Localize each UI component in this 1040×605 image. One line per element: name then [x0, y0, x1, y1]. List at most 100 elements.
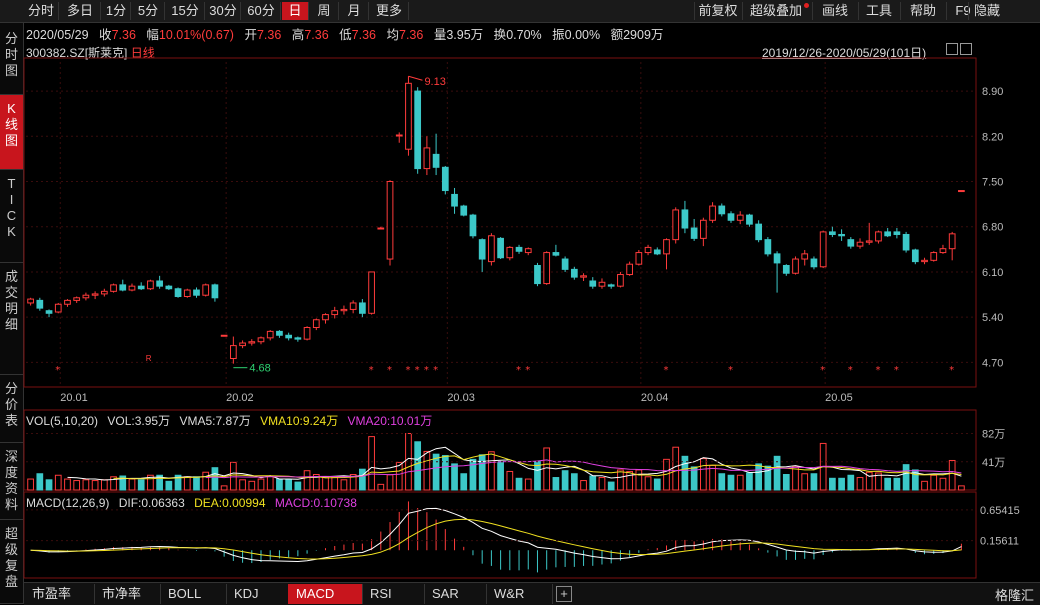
candle-body — [930, 252, 938, 261]
price-tick-label: 8.90 — [982, 86, 1003, 98]
candle-body — [377, 227, 385, 230]
date-tick-label: 20.04 — [641, 392, 669, 404]
volume-bar — [506, 470, 514, 491]
candle-body — [755, 223, 763, 241]
candle-body — [54, 303, 62, 313]
candle-body — [773, 253, 781, 264]
candle-body — [432, 153, 440, 168]
macd-line — [30, 507, 962, 563]
indicator-tab--0[interactable]: 市盈率 — [24, 584, 95, 604]
macd-tick-label: 0.65415 — [980, 505, 1020, 517]
volume-bar — [91, 480, 99, 491]
volume-bar — [45, 479, 53, 491]
date-tick-label: 20.02 — [226, 392, 254, 404]
candle-body — [607, 284, 615, 287]
volume-bar — [54, 474, 62, 491]
volume-bar — [211, 467, 219, 491]
volume-bar — [653, 478, 661, 491]
add-tab-icon[interactable]: + — [556, 586, 572, 602]
candle-body — [156, 280, 163, 287]
candle-body — [948, 233, 956, 250]
candle-body — [497, 237, 504, 259]
volume-bar — [515, 477, 523, 491]
candle-body — [958, 190, 965, 193]
indicator-tab-macd-4[interactable]: MACD — [288, 584, 363, 604]
candle-body — [488, 235, 495, 263]
volume-bar — [884, 477, 892, 491]
candle-body — [460, 205, 468, 216]
event-star-marker: * — [525, 365, 530, 376]
volume-bar — [829, 477, 836, 491]
indicator-tab--1[interactable]: 市净率 — [94, 584, 161, 604]
indicator-tab-kdj-3[interactable]: KDJ — [226, 584, 289, 604]
candle-body — [911, 249, 919, 263]
event-star-marker: * — [848, 365, 853, 376]
candle-body — [405, 82, 412, 150]
volume-bar — [552, 477, 560, 491]
volume-bar — [368, 436, 375, 491]
high-price-label: 9.13 — [424, 76, 445, 88]
price-tick-label: 6.80 — [982, 222, 1003, 234]
volume-bar — [460, 473, 468, 491]
candle-body — [331, 310, 339, 316]
volume-bar — [266, 475, 274, 491]
candle-body — [469, 214, 477, 237]
volume-bar — [709, 464, 716, 491]
candle-body — [884, 231, 892, 237]
candle-body — [312, 319, 320, 329]
volume-bar — [183, 476, 191, 491]
volume-bar — [598, 477, 606, 491]
indicator-tab-wr-7[interactable]: W&R — [486, 584, 553, 604]
candle-body — [635, 252, 643, 265]
candle-body — [801, 253, 809, 260]
volume-bar — [276, 478, 283, 491]
date-tick-label: 20.05 — [825, 392, 853, 404]
indicator-tab-sar-6[interactable]: SAR — [424, 584, 487, 604]
volume-bar — [36, 473, 44, 491]
macd-indicator-name: MACD(12,26,9) — [26, 496, 110, 510]
candle-body — [644, 246, 652, 254]
volume-bar — [893, 477, 901, 491]
volume-bar — [755, 463, 763, 491]
candle-body — [921, 259, 928, 263]
candle-body — [27, 298, 34, 304]
volume-bar — [441, 455, 449, 491]
volume-bar — [73, 480, 81, 491]
event-star-marker: * — [894, 365, 899, 376]
candle-body — [183, 289, 191, 297]
volume-bar — [727, 474, 735, 491]
volume-tick-label: 41万 — [982, 457, 1005, 469]
candle-body — [653, 249, 661, 255]
indicator-tab-boll-2[interactable]: BOLL — [160, 584, 227, 604]
volume-bar — [451, 463, 458, 491]
event-star-marker: * — [55, 365, 60, 376]
candle-body — [36, 299, 44, 309]
candle-body — [64, 299, 71, 305]
candle-body — [257, 337, 265, 343]
macd-value: MACD:0.10738 — [274, 496, 357, 510]
volume-bar — [239, 479, 246, 491]
date-tick-label: 20.03 — [447, 392, 475, 404]
volume-bar — [644, 476, 652, 491]
volume-bar — [229, 461, 237, 491]
candle-body — [534, 264, 541, 285]
volume-bar — [340, 479, 348, 491]
low-price-label: 4.68 — [249, 363, 270, 375]
volume-bar — [838, 477, 845, 491]
candle-body — [110, 284, 117, 292]
candle-body — [709, 205, 716, 221]
volume-tick-label: 82万 — [982, 429, 1005, 441]
candle-body — [100, 290, 108, 295]
event-star-marker: * — [820, 365, 825, 376]
volume-legend: VOL(5,10,20) VOL:3.95万 VMA5:7.87万 VMA10:… — [26, 412, 432, 429]
volume-bar — [718, 473, 726, 491]
candle-body — [147, 280, 154, 290]
dea-value: DEA:0.00994 — [194, 496, 266, 510]
indicator-tab-rsi-5[interactable]: RSI — [362, 584, 425, 604]
candle-body — [506, 246, 514, 259]
volume-bar — [570, 473, 578, 491]
volume-bar — [202, 471, 210, 491]
kline-chart[interactable]: 8.90 8.20 7.50 6.80 6.10 5.40 4.70 20.01 20.02 20… — [0, 0, 1040, 604]
candle-body — [718, 205, 726, 215]
volume-bar — [958, 485, 965, 491]
